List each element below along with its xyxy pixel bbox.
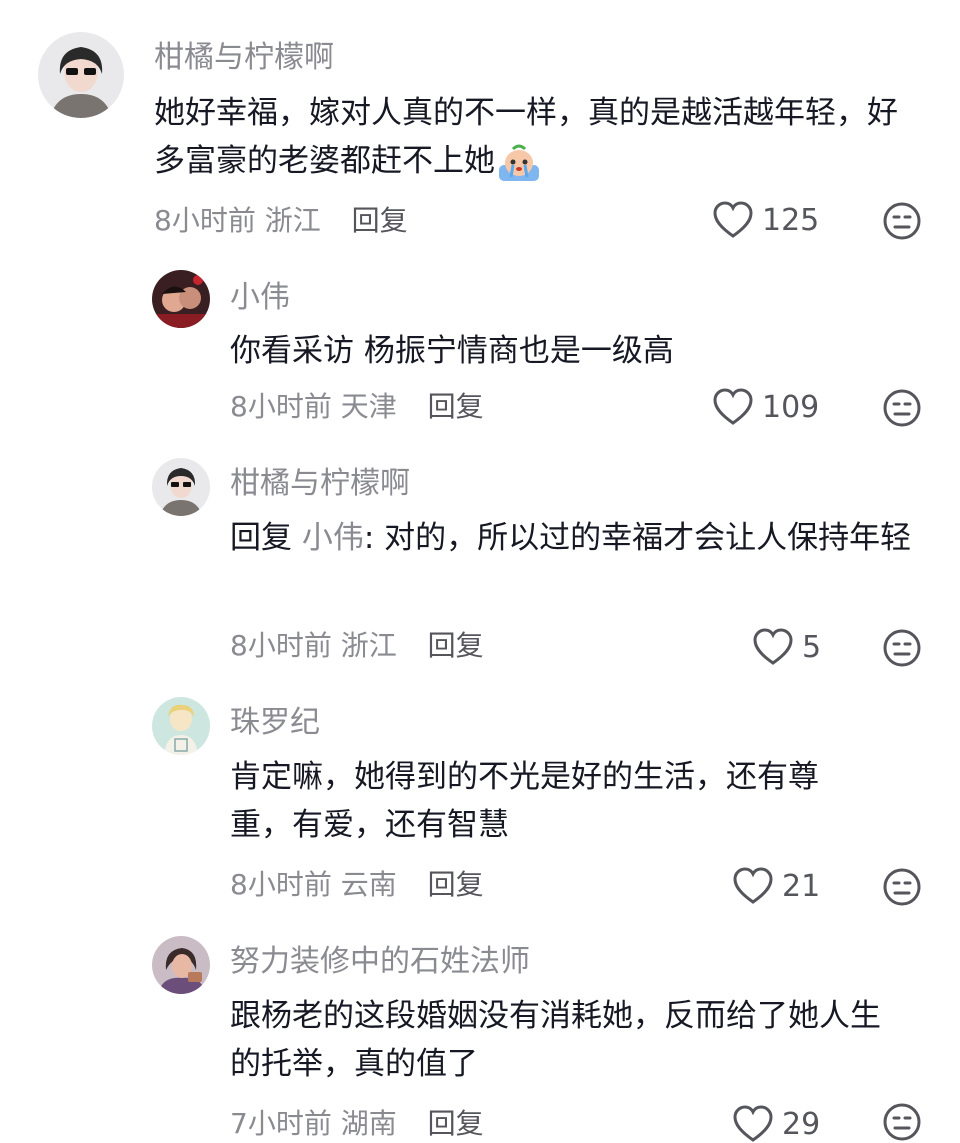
- comment-text: 你看采访 杨振宁情商也是一级高: [230, 327, 930, 375]
- comment-body: 你看采访 杨振宁情商也是一级高: [230, 333, 674, 369]
- reply-prefix: 回复: [230, 520, 292, 556]
- dislike-face-icon[interactable]: [882, 1102, 922, 1142]
- comment-text: 跟杨老的这段婚姻没有消耗她，反而给了她人生的托举，真的值了: [230, 992, 910, 1088]
- username[interactable]: 珠罗纪: [230, 708, 320, 738]
- avatar[interactable]: [152, 697, 210, 755]
- comment-location: 云南: [340, 868, 397, 901]
- heart-icon: [713, 201, 753, 238]
- like-count: 29: [782, 1106, 821, 1142]
- like-count: 21: [782, 868, 821, 904]
- like-button[interactable]: 109: [712, 388, 819, 426]
- comment-text: 肯定嘛，她得到的不光是好的生活，还有尊重，有爱，还有智慧: [230, 753, 870, 849]
- heart-icon: [733, 867, 773, 904]
- like-button[interactable]: 125: [712, 201, 819, 239]
- comment-location: 天津: [340, 390, 397, 423]
- reply-button[interactable]: 回复: [428, 390, 484, 423]
- comment-time: 8小时前: [154, 204, 256, 237]
- comment-location: 浙江: [340, 629, 397, 662]
- comment-meta: 8小时前 云南 回复: [230, 871, 484, 899]
- heart-icon: [753, 628, 793, 665]
- reply-button[interactable]: 回复: [428, 868, 484, 901]
- like-count: 109: [762, 389, 820, 425]
- username[interactable]: 柑橘与柠檬啊: [154, 43, 334, 73]
- heart-icon: [733, 1105, 773, 1142]
- comment-body: 肯定嘛，她得到的不光是好的生活，还有尊重，有爱，还有智慧: [230, 759, 819, 843]
- comment-body: : 对的，所以过的幸福才会让人保持年轻: [363, 520, 912, 556]
- dislike-face-icon[interactable]: [882, 201, 922, 241]
- heart-icon: [713, 388, 753, 425]
- comment-text: 回复 小伟: 对的，所以过的幸福才会让人保持年轻: [230, 514, 930, 562]
- like-button[interactable]: 5: [752, 628, 821, 666]
- comment-meta: 8小时前 天津 回复: [230, 393, 484, 421]
- comment-time: 8小时前: [230, 629, 332, 662]
- comment-time: 8小时前: [230, 868, 332, 901]
- crying-emoji-icon: [497, 143, 541, 183]
- avatar[interactable]: [152, 936, 210, 994]
- like-count: 5: [802, 629, 822, 665]
- username[interactable]: 柑橘与柠檬啊: [230, 469, 410, 499]
- mention-link[interactable]: 小伟: [302, 520, 364, 556]
- comment-location: 浙江: [264, 204, 321, 237]
- avatar[interactable]: [152, 270, 210, 328]
- like-count: 125: [762, 202, 820, 238]
- reply-button[interactable]: 回复: [352, 204, 408, 237]
- dislike-face-icon[interactable]: [882, 388, 922, 428]
- dislike-face-icon[interactable]: [882, 867, 922, 907]
- comment-text: 她好幸福，嫁对人真的不一样，真的是越活越年轻，好多富豪的老婆都赶不上她: [154, 89, 914, 185]
- comment-time: 8小时前: [230, 390, 332, 423]
- comment-location: 湖南: [340, 1107, 397, 1140]
- comment-body: 跟杨老的这段婚姻没有消耗她，反而给了她人生的托举，真的值了: [230, 998, 881, 1082]
- like-button[interactable]: 29: [732, 1105, 820, 1143]
- username[interactable]: 小伟: [230, 283, 290, 313]
- like-button[interactable]: 21: [732, 867, 820, 905]
- avatar[interactable]: [152, 458, 210, 516]
- dislike-face-icon[interactable]: [882, 628, 922, 668]
- comment-meta: 8小时前 浙江 回复: [230, 632, 484, 660]
- reply-button[interactable]: 回复: [428, 1107, 484, 1140]
- avatar[interactable]: [38, 32, 124, 118]
- comment-time: 7小时前: [230, 1107, 332, 1140]
- comment-meta: 8小时前 浙江 回复: [154, 207, 408, 235]
- comment-meta: 7小时前 湖南 回复: [230, 1110, 484, 1138]
- reply-button[interactable]: 回复: [428, 629, 484, 662]
- username[interactable]: 努力装修中的石姓法师: [230, 947, 530, 977]
